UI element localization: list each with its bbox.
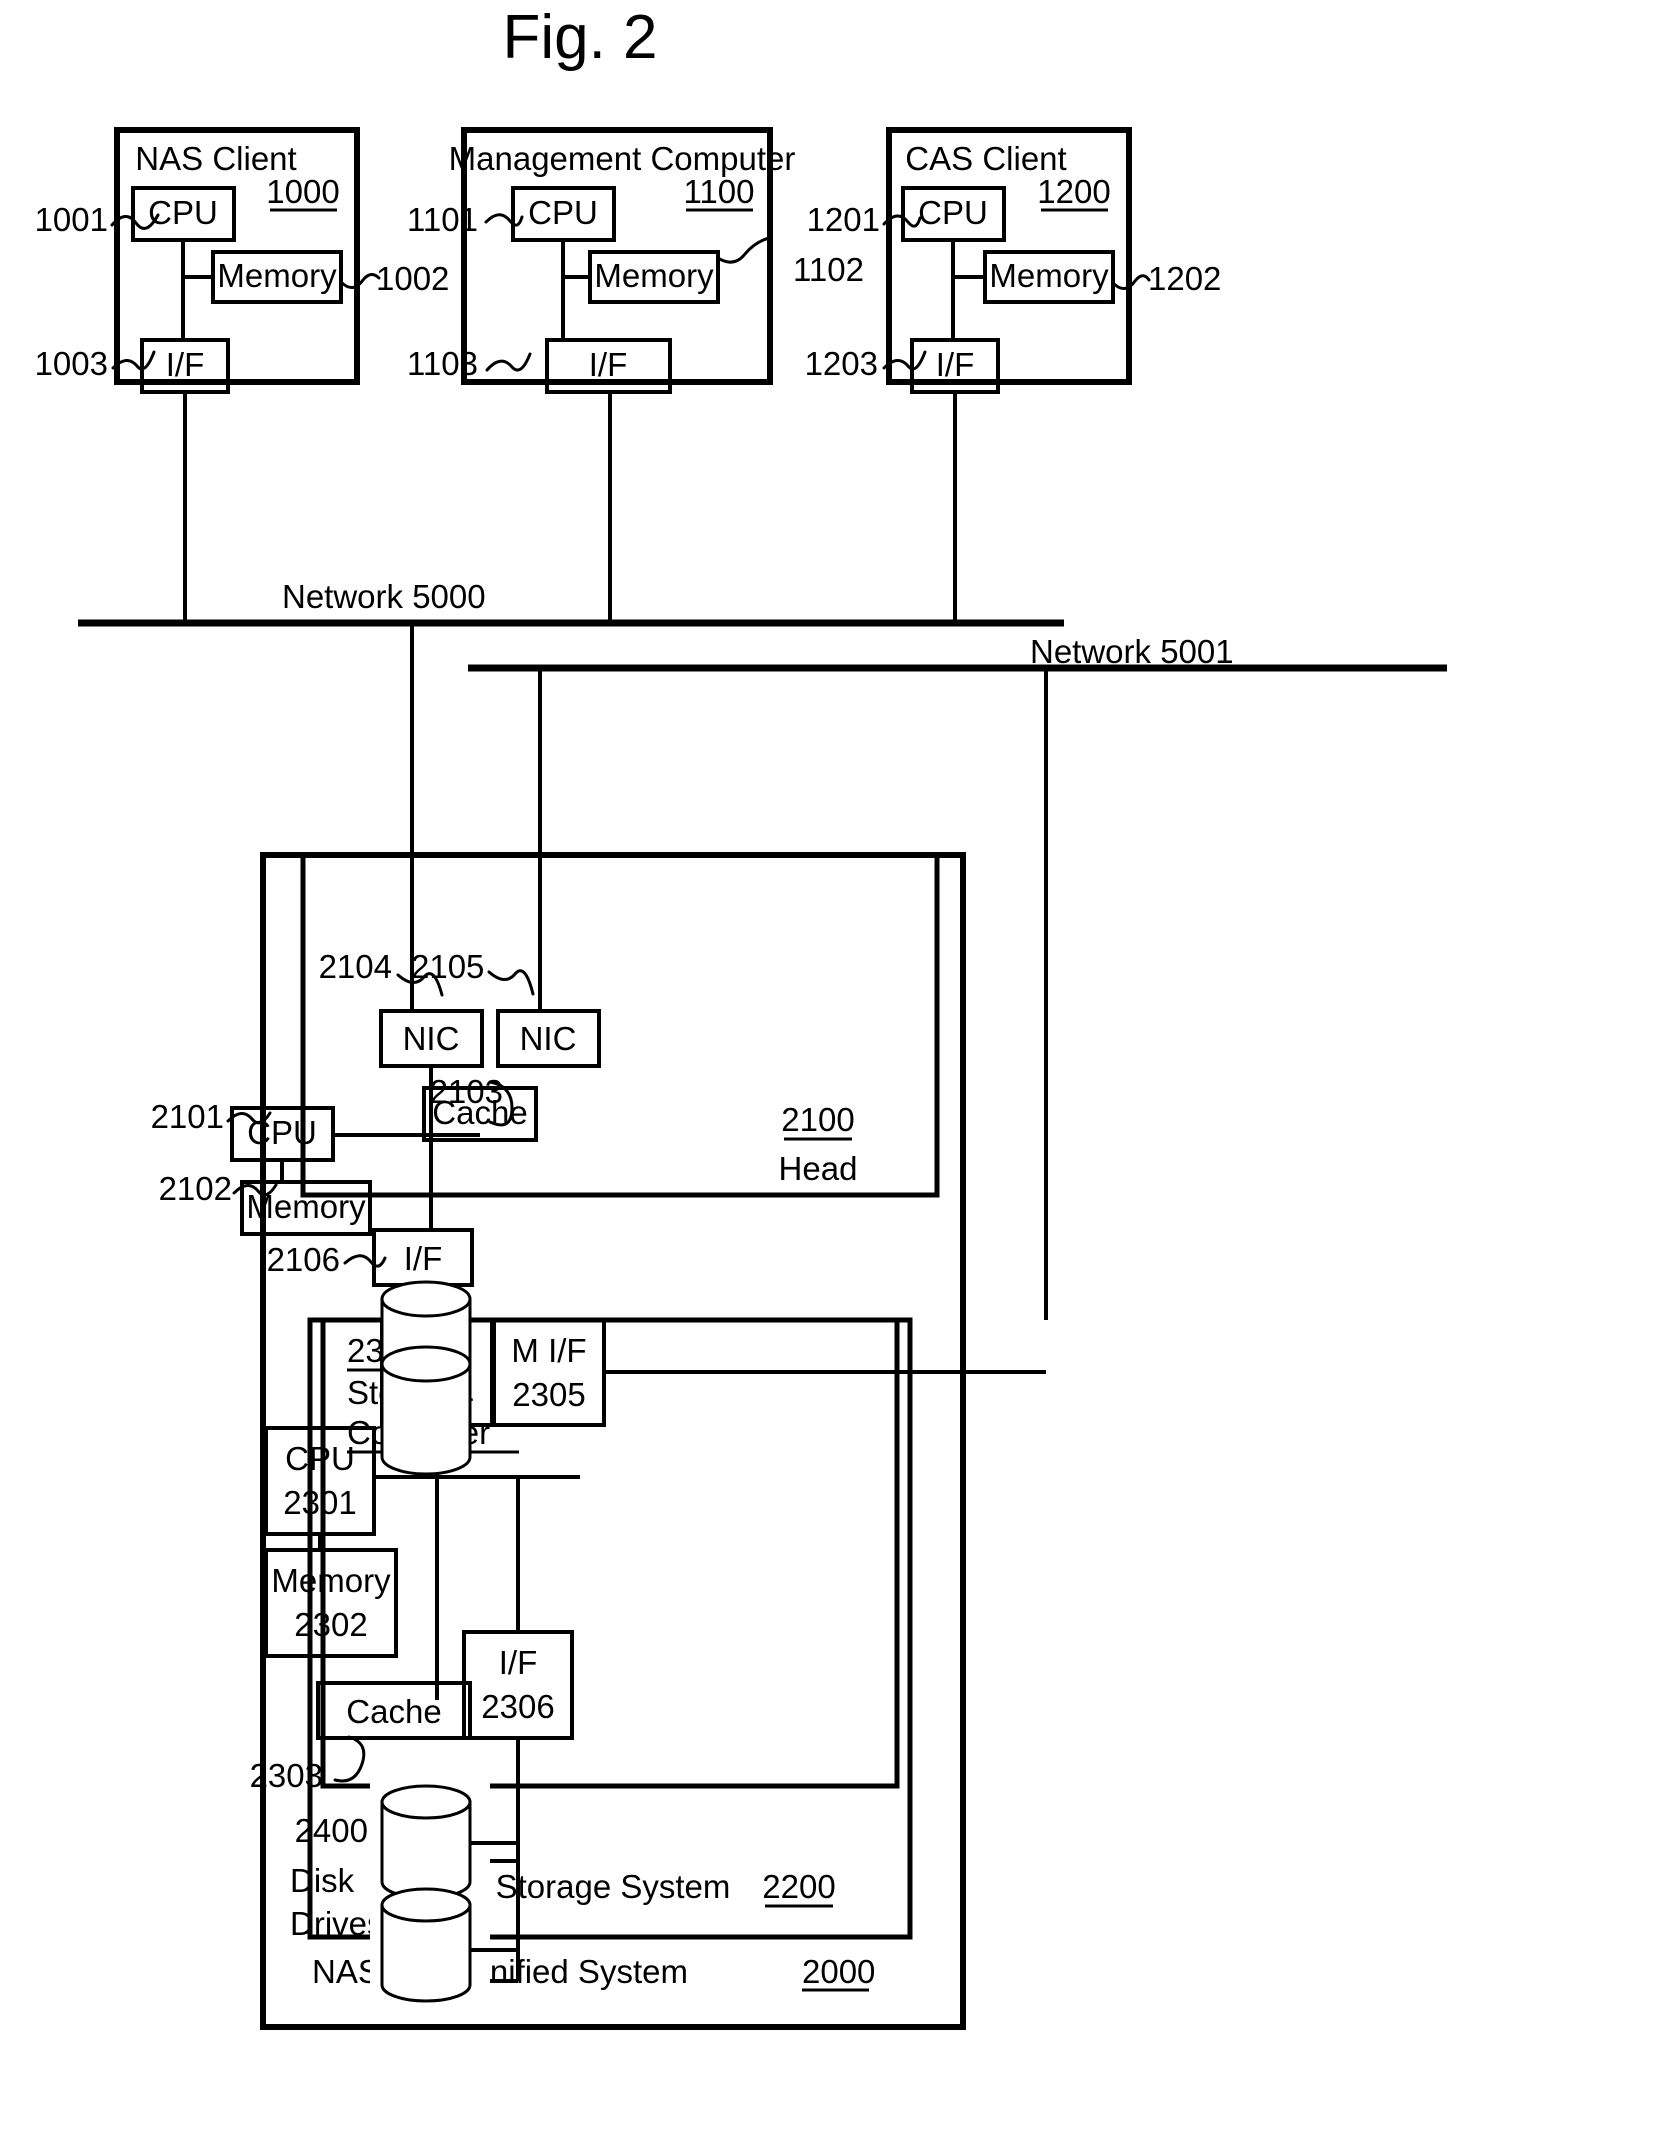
management-computer-group: Management Computer 1100 CPU Memory I/F … [407,127,864,623]
sc-if-2306-ref: 2306 [481,1688,554,1725]
cas-memory-ref: 1202 [1148,260,1221,297]
nas-cpu-label: CPU [148,194,218,231]
cas-cpu-ref: 1201 [807,201,880,238]
network-5001-group: Network 5001 [468,633,1447,672]
head-box [300,852,940,1198]
mgmt-cpu-label: CPU [528,194,598,231]
sc-memory-label: Memory [271,1562,391,1599]
head-cpu-ref: 2101 [151,1098,224,1135]
sc-cache-leader [333,1735,366,1783]
unified-system-label: NAS/CAS Unified System [312,1953,688,1990]
figure-canvas: Fig. 2 NAS Client 1000 CPU Memory I/F 10… [0,0,1667,2151]
disk-drives-label-line1: Disk [290,1862,355,1899]
nas-memory-label: Memory [217,257,337,294]
head-cpu-label: CPU [247,1114,317,1151]
sc-cache-label: Cache [346,1693,441,1730]
nas-if-label: I/F [166,346,205,383]
sc-mif-2305-ref: 2305 [512,1376,585,1413]
head-if-leader [343,1254,387,1268]
nas-client-group: NAS Client 1000 CPU Memory I/F 1001 1002 [35,127,449,623]
cas-memory-label: Memory [989,257,1109,294]
mgmt-if-leader [485,352,532,372]
disk-drive-cylinder-2 [380,1345,472,1476]
svg-text:2000: 2000 [802,1953,875,1990]
head-if-label: I/F [404,1240,443,1277]
mgmt-cpu-ref: 1101 [407,201,478,238]
mgmt-memory-leader [716,236,771,264]
figure-title: Fig. 2 [502,3,657,72]
management-computer-title: Management Computer [449,140,796,177]
management-computer-ref: 1100 [684,173,755,212]
sc-cache-ref: 2303 [250,1757,323,1794]
storage-system-ref: 2200 [762,1868,836,1908]
cas-client-ref: 1200 [1037,173,1111,212]
head-memory-ref: 2102 [159,1170,232,1207]
head-nic-2-ref: 2105 [411,948,484,985]
cas-client-group: CAS Client 1200 CPU Memory I/F 1201 1202… [805,127,1221,623]
head-if-ref: 2106 [267,1241,340,1278]
svg-text:1000: 1000 [266,173,339,210]
cas-cpu-label: CPU [918,194,988,231]
svg-text:2100: 2100 [781,1101,854,1138]
network-5001-label: Network 5001 [1030,633,1234,670]
unified-system-ref: 2000 [802,1953,875,1992]
patent-diagram: Fig. 2 NAS Client 1000 CPU Memory I/F 10… [35,3,1447,2030]
sc-memory-ref: 2302 [294,1606,367,1643]
storage-system-label: Storage System [496,1868,731,1905]
nas-memory-ref: 1002 [376,260,449,297]
cas-if-ref: 1203 [805,345,878,382]
network-5000-label: Network 5000 [282,578,486,615]
network-5000-group: Network 5000 [78,578,1064,627]
svg-text:2200: 2200 [762,1868,835,1905]
head-nic-1-ref: 2104 [319,948,392,985]
sc-cpu-label: CPU [285,1440,355,1477]
mgmt-if-ref: 1103 [407,345,478,382]
mgmt-memory-label: Memory [594,257,714,294]
nas-if-ref: 1003 [35,345,108,382]
head-cache-ref: 2103 [430,1073,503,1110]
svg-text:1200: 1200 [1037,173,1110,210]
head-group: 2100 Head NIC 2104 NIC 2105 Cache 2103 C… [151,852,940,1320]
cas-if-label: I/F [936,346,975,383]
head-ref: 2100 [781,1101,855,1141]
mgmt-memory-ref: 1102 [793,251,864,288]
head-nic-2-leader [487,969,535,996]
nas-client-title: NAS Client [135,140,296,177]
mgmt-if-label: I/F [589,346,628,383]
sc-if-2306-label: I/F [499,1644,538,1681]
head-label: Head [779,1150,858,1187]
disk-drives-leader [373,1813,406,1838]
head-nic-1-label: NIC [403,1020,460,1057]
nas-client-ref: 1000 [266,173,340,212]
nas-cpu-ref: 1001 [35,201,108,238]
cas-client-title: CAS Client [905,140,1066,177]
disk-drives-ref: 2400 [295,1812,368,1849]
storage-controller-group: 2300 Storage Controller I/F 2304 M I/F 2… [250,1317,1046,1794]
head-nic-2-label: NIC [520,1020,577,1057]
sc-cpu-ref: 2301 [283,1484,356,1521]
mgmt-cpu-leader [484,213,524,227]
svg-text:1100: 1100 [684,173,755,210]
sc-mif-2305-label: M I/F [511,1332,586,1369]
disk-drives-label-line2: Drives [290,1905,384,1942]
